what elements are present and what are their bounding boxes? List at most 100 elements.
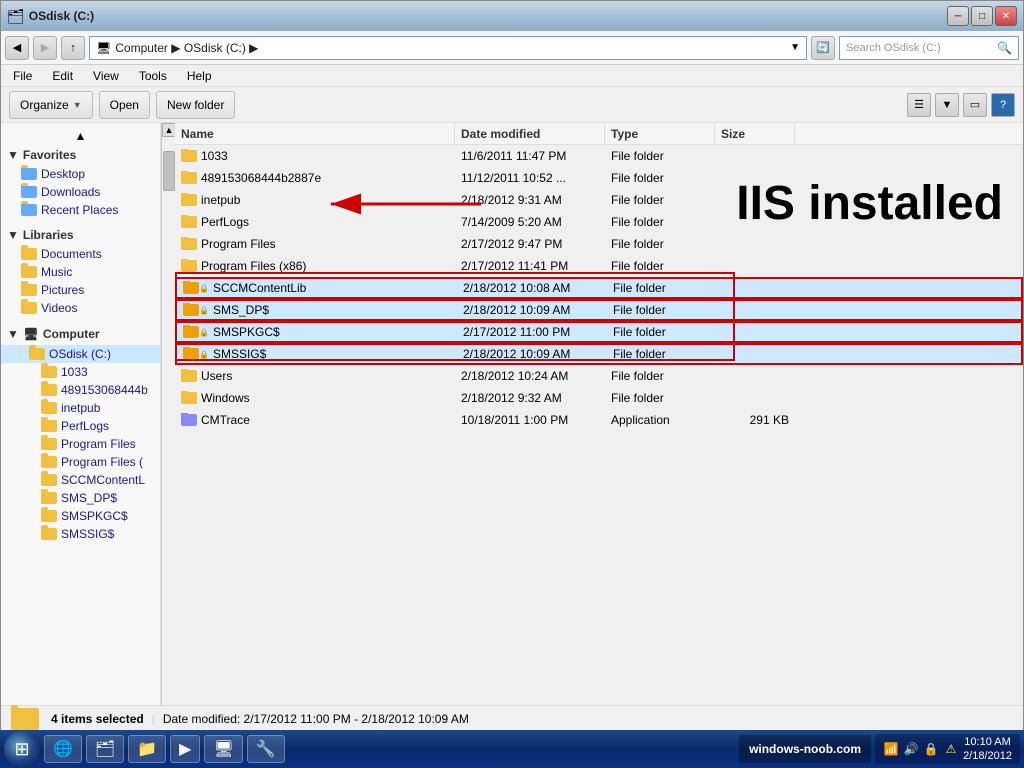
sidebar-osdisk-489[interactable]: 489153068444b xyxy=(1,381,160,399)
view-arrow[interactable]: ▼ xyxy=(935,93,959,117)
taskbar-ie[interactable]: 🌐 xyxy=(44,735,82,763)
address-dropdown[interactable]: ▼ xyxy=(790,42,800,53)
minimize-button[interactable]: ─ xyxy=(947,6,969,26)
file-cell-type: File folder xyxy=(607,303,717,317)
file-cell-name: 489153068444b2887e xyxy=(175,171,455,185)
sidebar-scroll-up[interactable]: ▲ xyxy=(1,127,160,145)
sidebar-scroll-up-btn[interactable]: ▲ xyxy=(162,123,176,137)
back-button[interactable]: ◀ xyxy=(5,36,29,60)
system-tray: 📶 🔊 🔒 ⚠ 10:10 AM 2/18/2012 xyxy=(875,734,1020,764)
file-cell-date: 11/6/2011 11:47 PM xyxy=(455,149,605,163)
file-cell-name: 🔒 SMSPKGC$ xyxy=(177,325,457,339)
title-bar-text: OSdisk (C:) xyxy=(29,9,94,23)
sidebar-item-documents[interactable]: Documents xyxy=(1,245,160,263)
menu-file[interactable]: File xyxy=(9,67,36,85)
window-icon: 🗂 xyxy=(7,8,25,25)
sidebar-osdisk-smspkg[interactable]: SMSPKGC$ xyxy=(1,507,160,525)
ie-icon: 🌐 xyxy=(53,739,73,759)
taskbar-computer[interactable]: 🖥 xyxy=(204,735,242,763)
sidebar-scrollbar[interactable]: ▲ xyxy=(161,123,175,705)
computer-arrow: ▼ xyxy=(7,327,19,341)
file-cell-type: File folder xyxy=(605,193,715,207)
help-button[interactable]: ? xyxy=(991,93,1015,117)
file-cell-name: 🔒 SMSSIG$ xyxy=(177,347,457,361)
documents-icon xyxy=(21,248,37,260)
status-date-range: Date modified: 2/17/2012 11:00 PM - 2/18… xyxy=(163,712,469,726)
menu-view[interactable]: View xyxy=(89,67,123,85)
sidebar-item-videos[interactable]: Videos xyxy=(1,299,160,317)
taskbar-settings[interactable]: 🔧 xyxy=(247,735,285,763)
file-cell-date: 2/18/2012 9:32 AM xyxy=(455,391,605,405)
organize-label: Organize xyxy=(20,98,69,112)
sidebar-computer-header[interactable]: ▼ 🖥 Computer xyxy=(1,323,160,345)
file-name: 489153068444b2887e xyxy=(201,171,321,185)
open-button[interactable]: Open xyxy=(99,91,150,119)
address-field[interactable]: 🖥 Computer ▶ OSdisk (C:) ▶ ▼ xyxy=(89,36,807,60)
file-row[interactable]: 🔒 SCCMContentLib 2/18/2012 10:08 AM File… xyxy=(175,277,1023,299)
col-header-date[interactable]: Date modified xyxy=(455,123,605,144)
sidebar-item-recent[interactable]: Recent Places xyxy=(1,201,160,219)
maximize-button[interactable]: □ xyxy=(971,6,993,26)
status-separator: | xyxy=(152,712,155,726)
col-header-size[interactable]: Size xyxy=(715,123,795,144)
taskbar-explorer[interactable]: 🗂 xyxy=(86,735,124,763)
sidebar-osdisk-perflogs[interactable]: PerfLogs xyxy=(1,417,160,435)
new-folder-button[interactable]: New folder xyxy=(156,91,235,119)
taskbar-folder[interactable]: 📁 xyxy=(128,735,166,763)
file-row[interactable]: Windows 2/18/2012 9:32 AM File folder xyxy=(175,387,1023,409)
up-button[interactable]: ↑ xyxy=(61,36,85,60)
file-row[interactable]: 🔒 SMSSIG$ 2/18/2012 10:09 AM File folder xyxy=(175,343,1023,365)
view-options-button[interactable]: ☰ xyxy=(907,93,931,117)
sidebar-osdisk-inetpub[interactable]: inetpub xyxy=(1,399,160,417)
menu-tools[interactable]: Tools xyxy=(135,67,171,85)
downloads-folder-icon xyxy=(21,186,37,198)
file-row[interactable]: Users 2/18/2012 10:24 AM File folder xyxy=(175,365,1023,387)
col-header-name[interactable]: Name xyxy=(175,123,455,144)
taskbar-website: windows-noob.com xyxy=(739,735,871,763)
sidebar-label-desktop: Desktop xyxy=(41,167,85,181)
clock-date: 2/18/2012 xyxy=(963,749,1012,763)
menu-edit[interactable]: Edit xyxy=(48,67,77,85)
sidebar-osdisk-programfilesx86[interactable]: Program Files ( xyxy=(1,453,160,471)
search-field[interactable]: Search OSdisk (C:) 🔍 xyxy=(839,36,1019,60)
sidebar-osdisk-smssig[interactable]: SMSSIG$ xyxy=(1,525,160,543)
favorites-arrow: ▼ xyxy=(7,148,19,162)
preview-button[interactable]: ▭ xyxy=(963,93,987,117)
sidebar-label-videos: Videos xyxy=(41,301,77,315)
file-name: SCCMContentLib xyxy=(213,281,306,295)
file-row[interactable]: CMTrace 10/18/2011 1:00 PM Application 2… xyxy=(175,409,1023,431)
organize-button[interactable]: Organize ▼ xyxy=(9,91,93,119)
sidebar-osdisk-sccm[interactable]: SCCMContentL xyxy=(1,471,160,489)
sidebar-item-osdisk[interactable]: OSdisk (C:) xyxy=(1,345,160,363)
file-row[interactable]: 🔒 SMS_DP$ 2/18/2012 10:09 AM File folder xyxy=(175,299,1023,321)
forward-button[interactable]: ▶ xyxy=(33,36,57,60)
sidebar-item-downloads[interactable]: Downloads xyxy=(1,183,160,201)
sidebar-osdisk-smsdp[interactable]: SMS_DP$ xyxy=(1,489,160,507)
sidebar-osdisk-programfiles[interactable]: Program Files xyxy=(1,435,160,453)
start-button[interactable]: ⊞ xyxy=(4,731,40,767)
taskbar-media[interactable]: ▶ xyxy=(170,735,200,763)
refresh-button[interactable]: 🔄 xyxy=(811,36,835,60)
file-cell-type: File folder xyxy=(607,325,717,339)
search-icon[interactable]: 🔍 xyxy=(997,41,1012,55)
sidebar-label-music: Music xyxy=(41,265,72,279)
file-row[interactable]: 1033 11/6/2011 11:47 PM File folder xyxy=(175,145,1023,167)
file-cell-type: File folder xyxy=(605,391,715,405)
sidebar-item-pictures[interactable]: Pictures xyxy=(1,281,160,299)
sidebar-label-osdisk: OSdisk (C:) xyxy=(49,347,111,361)
sidebar: ▲ ▼ Favorites Desktop Downloads Recent xyxy=(1,123,161,705)
file-row[interactable]: 🔒 SMSPKGC$ 2/17/2012 11:00 PM File folde… xyxy=(175,321,1023,343)
menu-help[interactable]: Help xyxy=(183,67,216,85)
sidebar-favorites-header[interactable]: ▼ Favorites xyxy=(1,145,160,165)
sidebar-scroll-thumb[interactable] xyxy=(163,151,175,191)
close-button[interactable]: ✕ xyxy=(995,6,1017,26)
sidebar-libraries-header[interactable]: ▼ Libraries xyxy=(1,225,160,245)
sidebar-item-desktop[interactable]: Desktop xyxy=(1,165,160,183)
sidebar-item-music[interactable]: Music xyxy=(1,263,160,281)
file-row[interactable]: Program Files (x86) 2/17/2012 11:41 PM F… xyxy=(175,255,1023,277)
favorites-label: Favorites xyxy=(23,148,76,162)
address-text: Computer ▶ OSdisk (C:) ▶ xyxy=(115,41,258,55)
col-header-type[interactable]: Type xyxy=(605,123,715,144)
new-folder-label: New folder xyxy=(167,98,224,112)
sidebar-osdisk-1033[interactable]: 1033 xyxy=(1,363,160,381)
